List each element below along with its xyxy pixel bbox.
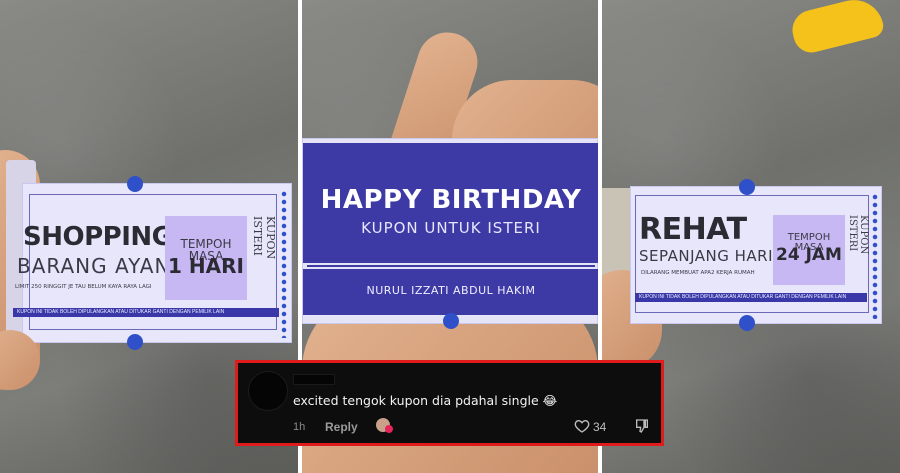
reply-button[interactable]: Reply [325,420,358,434]
perforation [872,193,878,319]
duration-value: 1 HARI [168,254,244,278]
coupon-fine-print: DILARANG MEMBUAT APA2 KERJA RUMAH [641,270,755,276]
yellow-shoe [788,0,886,57]
name-band: NURUL IZZATI ABDUL HAKIM [303,269,598,315]
comment-text: excited tengok kupon dia pdahal single 😂 [293,393,558,408]
birthday-subtitle: KUPON UNTUK ISTERI [361,219,541,237]
coupon-hole [127,176,143,192]
coupon-title: REHAT [639,212,747,247]
coupon-hole [739,179,755,195]
birthday-title: HAPPY BIRTHDAY [320,185,582,215]
coupon-hole [443,313,459,329]
duration-box: TEMPOH MASA 24 JAM [773,215,845,285]
avatar[interactable] [248,371,288,411]
duration-box: TEMPOH MASA 1 HARI [165,216,247,300]
coupon-side-label: KUPON ISTERI [251,216,277,260]
perforation [281,190,287,338]
coupon-title: SHOPPING [23,222,173,252]
coupon-subtitle: SEPANJANG HARI [639,247,773,265]
coupon-birthday: HAPPY BIRTHDAY KUPON UNTUK ISTERI NURUL … [302,138,598,329]
comment-card: excited tengok kupon dia pdahal single 😂… [235,360,664,446]
recipient-name: NURUL IZZATI ABDUL HAKIM [366,284,536,297]
coupon-shopping: SHOPPING BARANG AYANG LIMIT 250 RINGGIT … [13,176,292,350]
coupon-fine-print: LIMIT 250 RINGGIT JE TAU BELUM KAYA RAYA… [15,284,152,290]
coupon-hole [127,334,143,350]
birthday-banner: HAPPY BIRTHDAY KUPON UNTUK ISTERI [303,143,598,263]
like-count: 34 [593,420,607,434]
comment-time: 1h [293,421,306,433]
coupon-hole [739,315,755,331]
heart-icon[interactable] [574,418,590,434]
coupon-rehat: REHAT SEPANJANG HARI DILARANG MEMBUAT AP… [630,179,882,331]
redacted-username [293,374,335,385]
duration-value: 24 JAM [776,245,842,265]
divider [307,265,595,267]
coupon-footer: KUPON INI TIDAK BOLEH DIPULANGKAN ATAU D… [13,308,279,317]
coupon-side-label: KUPON ISTERI [847,215,869,255]
reaction-avatar-icon[interactable] [376,418,394,434]
coupon-subtitle: BARANG AYANG [17,254,187,278]
coupon-footer: KUPON INI TIDAK BOLEH DIPULANGKAN ATAU D… [635,293,867,302]
dislike-icon[interactable] [634,418,650,434]
